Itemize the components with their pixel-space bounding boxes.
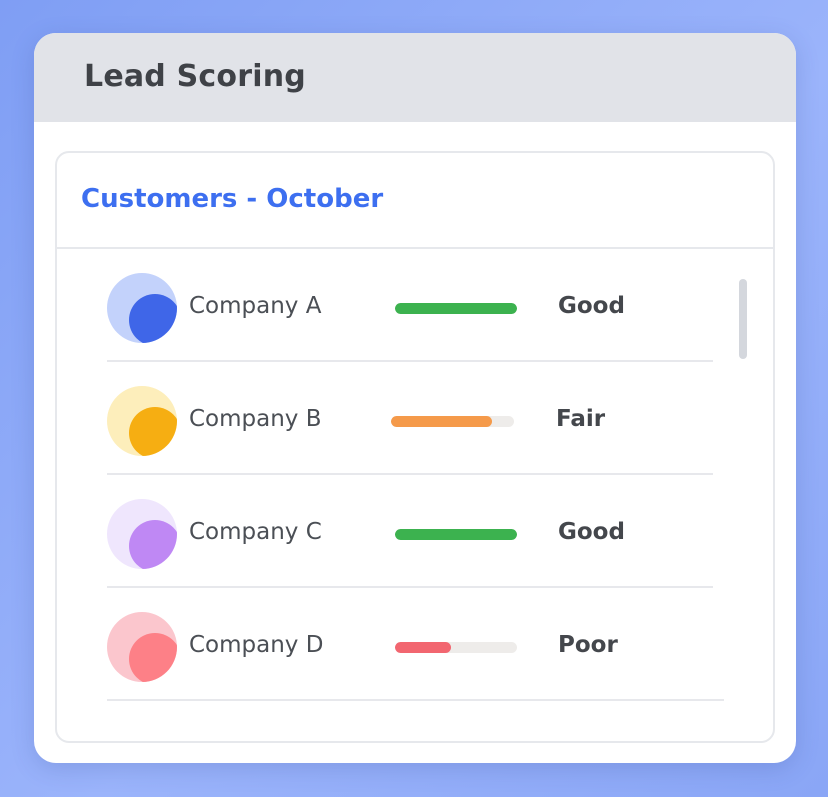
rating-label: Good xyxy=(558,519,625,545)
score-bar xyxy=(395,529,517,540)
company-name: Company C xyxy=(189,519,322,545)
score-bar xyxy=(395,642,517,653)
customers-card: Customers - October Company A Good Compa… xyxy=(55,151,775,743)
rating-label: Poor xyxy=(558,632,618,658)
score-bar xyxy=(395,303,517,314)
customer-list: Company A Good Company B Fair Company C … xyxy=(57,249,773,741)
rating-label: Good xyxy=(558,293,625,319)
customer-row-company-d[interactable]: Company D Poor xyxy=(107,588,724,701)
company-name: Company B xyxy=(189,406,322,432)
company-d-avatar-icon xyxy=(107,612,177,682)
customer-row-company-c[interactable]: Company C Good xyxy=(107,475,713,588)
company-name: Company D xyxy=(189,632,324,658)
list-scrollbar[interactable] xyxy=(739,279,747,359)
window-header: Lead Scoring xyxy=(34,33,796,122)
score-bar-fill xyxy=(395,642,452,653)
lead-scoring-window: Lead Scoring Customers - October Company… xyxy=(34,33,796,763)
card-title: Customers - October xyxy=(81,184,384,214)
company-name: Company A xyxy=(189,293,322,319)
window-title: Lead Scoring xyxy=(84,59,306,94)
score-bar-fill xyxy=(391,416,492,427)
row-divider xyxy=(107,699,724,701)
company-a-avatar-icon xyxy=(107,273,177,343)
customer-row-company-b[interactable]: Company B Fair xyxy=(107,362,713,475)
company-c-avatar-icon xyxy=(107,499,177,569)
score-bar xyxy=(391,416,514,427)
score-bar-fill xyxy=(395,303,517,314)
customer-row-company-a[interactable]: Company A Good xyxy=(107,249,713,362)
company-b-avatar-icon xyxy=(107,386,177,456)
score-bar-fill xyxy=(395,529,517,540)
rating-label: Fair xyxy=(556,406,606,432)
